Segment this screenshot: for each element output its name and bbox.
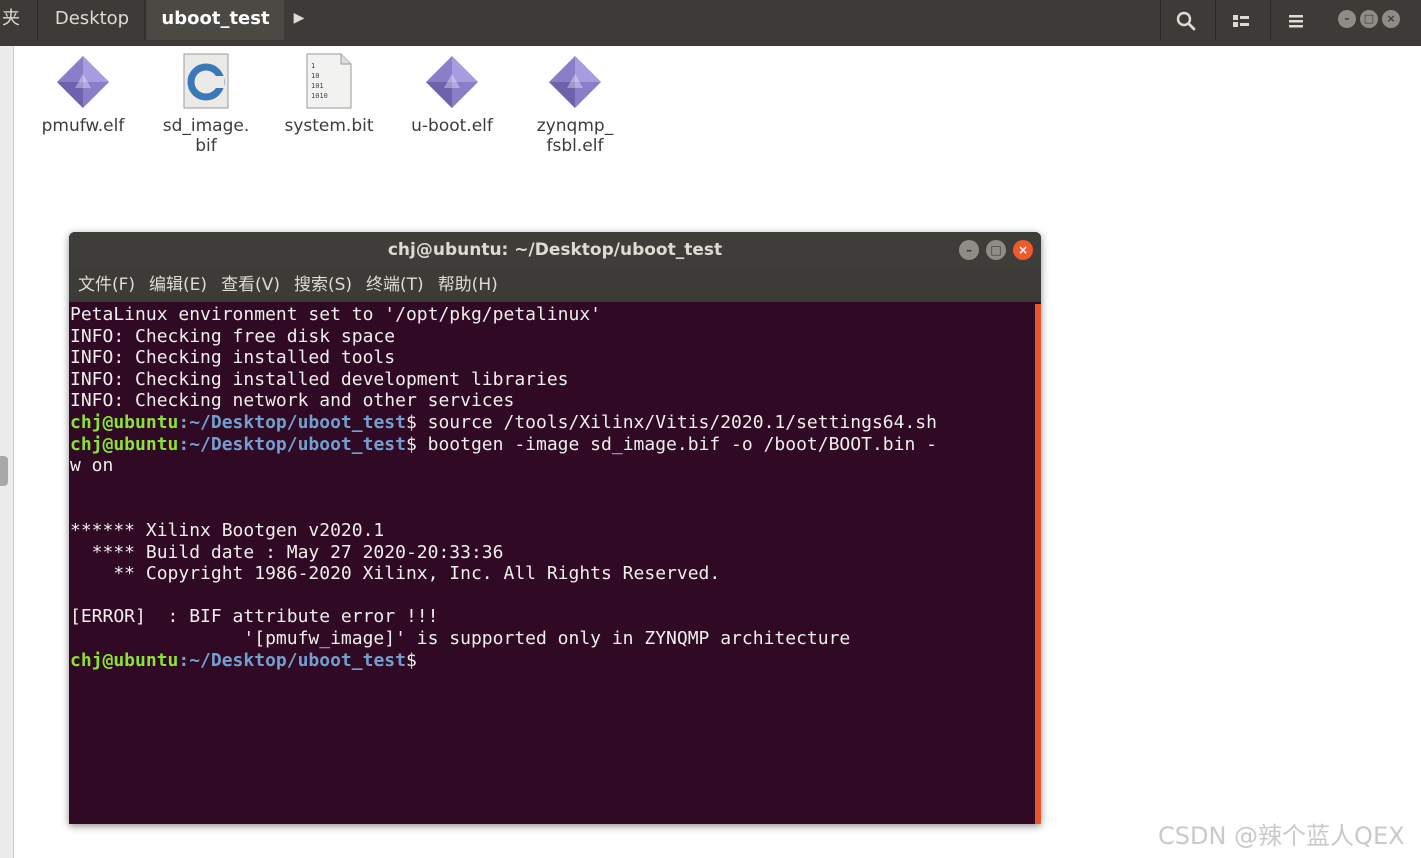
file-item-zynqmp-fsbl[interactable]: zynqmp_ fsbl.elf (520, 52, 630, 156)
elf-binary-icon (53, 52, 113, 112)
file-name: sd_image. bif (162, 116, 250, 156)
binary-file-icon: 1 10 101 1010 (299, 52, 359, 112)
terminal-menubar: 文件(F) 编辑(E) 查看(V) 搜索(S) 终端(T) 帮助(H) (69, 268, 1041, 302)
dock-handle[interactable] (0, 456, 8, 486)
file-name: pmufw.elf (41, 116, 125, 136)
terminal-minimize-icon[interactable]: – (959, 240, 979, 260)
command-text: $ source /tools/Xilinx/Vitis/2020.1/sett… (405, 411, 937, 433)
terminal-scrollbar[interactable] (1035, 304, 1041, 824)
svg-text:1: 1 (311, 62, 315, 70)
terminal-title[interactable]: chj@ubuntu: ~/Desktop/uboot_test (69, 232, 1041, 268)
breadcrumb-desktop[interactable]: Desktop (40, 0, 145, 40)
file-item-pmufw[interactable]: pmufw.elf (28, 52, 138, 136)
prompt-user: chj@ubuntu (70, 433, 179, 455)
terminal-maximize-icon[interactable]: □ (986, 240, 1006, 260)
maximize-icon[interactable]: □ (1360, 9, 1378, 28)
hamburger-menu-icon (1289, 14, 1303, 27)
menu-search[interactable]: 搜索(S) (294, 275, 352, 295)
prompt-user: chj@ubuntu (70, 411, 179, 433)
terminal-command-line: chj@ubuntu:~/Desktop/uboot_test$ source … (70, 412, 1036, 434)
prompt-path: :~/Desktop/uboot_test (178, 411, 406, 433)
file-item-sd-image[interactable]: sd_image. bif (151, 52, 261, 156)
window-controls: – □ × (1338, 8, 1404, 30)
terminal-window[interactable]: chj@ubuntu: ~/Desktop/uboot_test – □ × 文… (69, 232, 1041, 824)
breadcrumb-current[interactable]: uboot_test (147, 0, 284, 40)
elf-binary-icon (422, 52, 482, 112)
terminal-output-line: INFO: Checking network and other service… (70, 390, 515, 412)
menu-view[interactable]: 查看(V) (221, 275, 280, 295)
search-button[interactable] (1160, 0, 1211, 40)
file-name: u-boot.elf (411, 116, 493, 136)
minimize-icon[interactable]: – (1338, 9, 1356, 28)
menu-edit[interactable]: 编辑(E) (149, 275, 207, 295)
breadcrumb-parent[interactable]: 夹 (0, 0, 38, 40)
command-text: $ bootgen -image sd_image.bif -o /boot/B… (405, 433, 937, 455)
terminal-close-icon[interactable]: × (1013, 240, 1033, 260)
prompt-path: :~/Desktop/uboot_test (178, 433, 406, 455)
prompt-user: chj@ubuntu (70, 649, 179, 671)
terminal-output-line: INFO: Checking free disk space (70, 325, 396, 347)
terminal-output-line: ** Copyright 1986-2020 Xilinx, Inc. All … (70, 563, 721, 585)
svg-text:101: 101 (311, 82, 324, 90)
file-item-u-boot[interactable]: u-boot.elf (397, 52, 507, 136)
menu-file[interactable]: 文件(F) (78, 275, 135, 295)
terminal-output[interactable]: PetaLinux environment set to '/opt/pkg/p… (69, 304, 1036, 824)
elf-binary-icon (545, 52, 605, 112)
file-manager-header: 夹 Desktop uboot_test ▶ – □ × (0, 0, 1421, 46)
command-text: $ (405, 649, 428, 671)
terminal-output-line: [ERROR] : BIF attribute error !!! (70, 606, 439, 628)
terminal-output-line: INFO: Checking installed tools (70, 347, 396, 369)
list-view-icon (1233, 14, 1249, 27)
close-icon[interactable]: × (1382, 9, 1400, 28)
menu-help[interactable]: 帮助(H) (438, 275, 498, 295)
terminal-output-line: ****** Xilinx Bootgen v2020.1 (70, 519, 385, 541)
svg-text:1010: 1010 (311, 92, 328, 100)
file-name: system.bit (284, 116, 374, 136)
menu-terminal[interactable]: 终端(T) (366, 275, 424, 295)
view-toggle-button[interactable] (1215, 0, 1266, 40)
terminal-output-line: **** Build date : May 27 2020-20:33:36 (70, 541, 504, 563)
left-dock-strip (0, 46, 14, 858)
breadcrumb-forward-icon[interactable]: ▶ (287, 0, 311, 40)
search-icon (1176, 11, 1196, 30)
terminal-output-line: '[pmufw_image]' is supported only in ZYN… (70, 627, 851, 649)
file-item-system-bit[interactable]: 1 10 101 1010 system.bit (274, 52, 384, 136)
prompt-path: :~/Desktop/uboot_test (178, 649, 406, 671)
c-source-file-icon (176, 52, 236, 112)
terminal-output-line: w on (70, 455, 114, 477)
file-name: zynqmp_ fsbl.elf (536, 116, 614, 156)
terminal-output-line: INFO: Checking installed development lib… (70, 368, 569, 390)
terminal-command-line: chj@ubuntu:~/Desktop/uboot_test$ bootgen… (70, 434, 1036, 456)
terminal-command-line: chj@ubuntu:~/Desktop/uboot_test$ (70, 650, 1036, 672)
terminal-output-line: PetaLinux environment set to '/opt/pkg/p… (70, 304, 602, 325)
watermark: CSDN @辣个蓝人QEX (1158, 822, 1405, 850)
svg-text:10: 10 (311, 72, 319, 80)
menu-button[interactable] (1270, 0, 1321, 40)
